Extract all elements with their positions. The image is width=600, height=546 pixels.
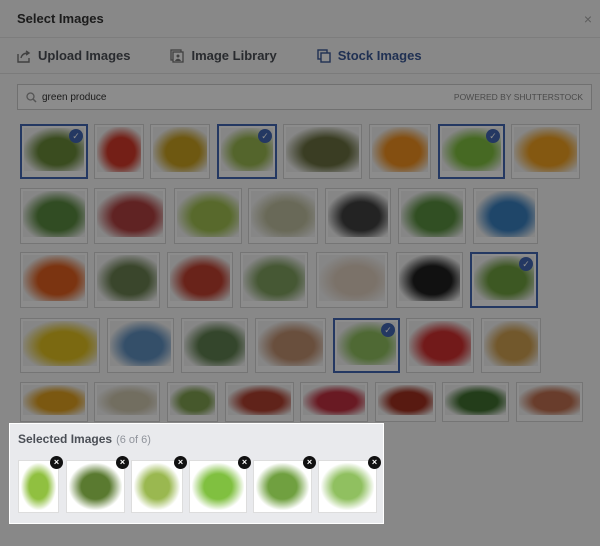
remove-icon[interactable]: × — [174, 456, 187, 469]
selected-image — [134, 463, 180, 510]
selected-image — [21, 463, 56, 510]
selected-thumb-green-apple: × — [18, 456, 63, 513]
remove-icon[interactable]: × — [368, 456, 381, 469]
selected-count: (6 of 6) — [116, 434, 151, 446]
selected-image — [256, 463, 309, 510]
selected-thumb-avocado: × — [66, 456, 129, 513]
selected-images-heading: Selected Images (6 of 6) — [18, 432, 151, 446]
remove-icon[interactable]: × — [50, 456, 63, 469]
remove-icon[interactable]: × — [238, 456, 251, 469]
remove-icon[interactable]: × — [116, 456, 129, 469]
selected-thumb-green-apples-crate: × — [189, 456, 251, 513]
selected-image — [69, 463, 122, 510]
selected-thumb-custard-apple-tree: × — [253, 456, 316, 513]
selected-thumb-lettuce: × — [318, 456, 381, 513]
selected-image — [321, 463, 374, 510]
remove-icon[interactable]: × — [303, 456, 316, 469]
selected-thumb-custard-apple: × — [131, 456, 187, 513]
selected-image — [192, 463, 244, 510]
selected-images-panel: Selected Images (6 of 6) × × × × × × — [9, 423, 384, 524]
selected-title: Selected Images — [18, 432, 113, 446]
